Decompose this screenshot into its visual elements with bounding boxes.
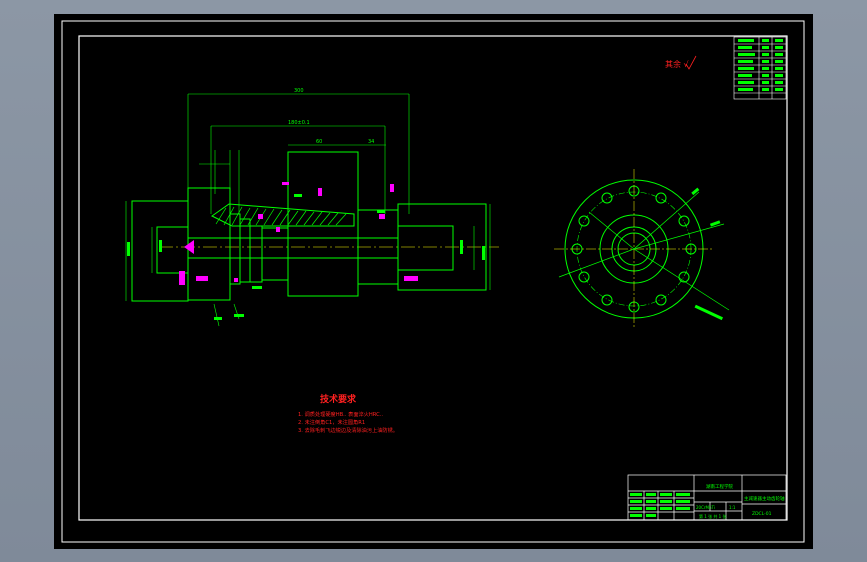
bolt-hole bbox=[601, 192, 613, 204]
side-view-labels bbox=[691, 187, 724, 321]
tech-req-item-2: 2. 未注倒角C1，未注圆角R1 bbox=[298, 418, 365, 426]
tech-requirements: 技术要求 1. 调质处理硬度HB.. 表面淬火HRC.. 2. 未注倒角C1，未… bbox=[298, 393, 398, 434]
drawing-viewport[interactable]: 其余 √ 300 180±0.1 60 34 技术要求 1. 调质处理硬度HB.… bbox=[54, 14, 813, 549]
tech-req-item-1: 1. 调质处理硬度HB.. 表面淬火HRC.. bbox=[298, 410, 383, 418]
title-material: 20CrMnTi bbox=[696, 505, 715, 510]
bolt-hole bbox=[655, 192, 667, 204]
dim-body-length: 60 bbox=[316, 139, 322, 145]
shaft-front-view: 300 180±0.1 60 34 bbox=[125, 88, 499, 327]
outer-frame bbox=[61, 20, 805, 543]
dimension-texts: 300 180±0.1 60 34 bbox=[288, 88, 374, 145]
flange-side-view bbox=[554, 169, 730, 329]
gear-teeth-section bbox=[211, 203, 355, 227]
dim-hub-length: 34 bbox=[368, 139, 374, 145]
title-drawing-no: ZDCL-01 bbox=[752, 511, 772, 517]
inner-frame bbox=[78, 35, 788, 521]
bolt-hole bbox=[655, 294, 667, 306]
title-scale: 1:1 bbox=[729, 505, 736, 510]
title-company: 湖南工程学院 bbox=[706, 483, 733, 490]
dim-flange-span: 180±0.1 bbox=[288, 120, 310, 126]
tech-req-item-3: 3. 去除毛刺飞边锐边及清除油污上油防锈。 bbox=[298, 426, 398, 434]
bolt-hole bbox=[678, 215, 690, 227]
title-part-name: 主减速器主动齿轮轴 bbox=[744, 495, 785, 502]
cad-drawing: 其余 √ 300 180±0.1 60 34 技术要求 1. 调质处理硬度HB.… bbox=[61, 20, 805, 543]
tolerance-annotations bbox=[179, 182, 418, 285]
tech-req-title: 技术要求 bbox=[320, 393, 357, 405]
bolt-hole bbox=[601, 294, 613, 306]
dim-overall-length: 300 bbox=[294, 88, 304, 94]
roughness-note: 其余 √ bbox=[665, 59, 690, 69]
bolt-hole bbox=[578, 271, 590, 283]
bolt-hole bbox=[578, 215, 590, 227]
title-block-texts: 湖南工程学院 主减速器主动齿轮轴 ZDCL-01 20CrMnTi 1:1 第 … bbox=[696, 483, 785, 519]
bolt-hole bbox=[678, 271, 690, 283]
title-sheet: 第 1 张 共 1 张 bbox=[699, 513, 726, 519]
center-hole-detail bbox=[184, 240, 194, 254]
